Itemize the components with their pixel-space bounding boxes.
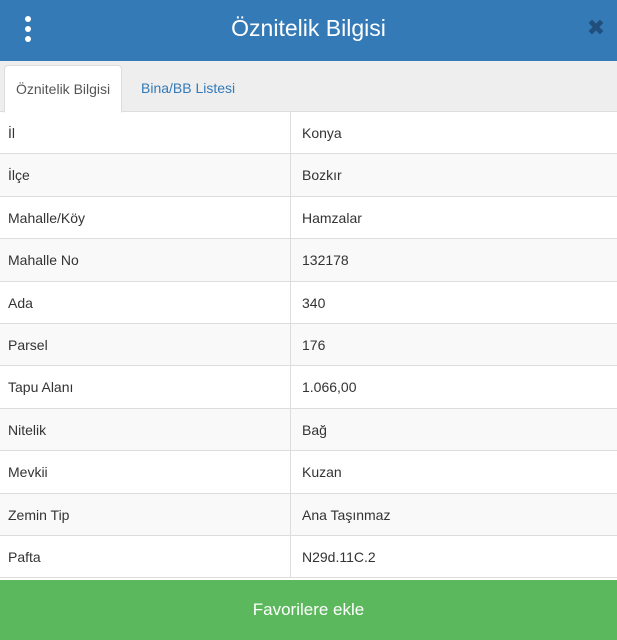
row-value: 1.066,00 [302,379,357,396]
add-to-favorites-button[interactable]: Favorilere ekle [0,580,617,640]
dialog-title: Öznitelik Bilgisi [231,15,386,41]
row-label: Ada [0,281,291,323]
row-value: Bağ [302,421,327,438]
dialog-header: Öznitelik Bilgisi ✖ [0,0,617,61]
row-value: 340 [302,294,326,311]
tab-building-list[interactable]: Bina/BB Listesi [130,65,246,112]
table-row: Mahalle No 132178 [0,239,617,282]
table-row: Tapu Alanı 1.066,00 [0,366,617,409]
row-label: Nitelik [0,408,291,451]
table-row: Zemin Tip Ana Taşınmaz [0,493,617,536]
row-label: İlçe [0,154,291,196]
table-row: Parsel 176 [0,323,617,367]
row-value: Hamzalar [302,209,362,226]
tab-bar: Öznitelik Bilgisi Bina/BB Listesi [0,61,617,113]
table-row: Nitelik Bağ [0,408,617,452]
row-value: N29d.11C.2 [302,548,376,565]
attribute-table: İl Konya İlçe Bozkır Mahalle/Köy Hamzala… [0,112,617,579]
row-label: Mahalle No [0,239,291,281]
table-row: İl Konya [0,112,617,155]
row-label: Parsel [0,323,291,366]
row-value: 132178 [302,252,349,269]
close-icon[interactable]: ✖ [586,17,606,39]
row-label: Pafta [0,535,291,578]
row-label: Mevkii [0,451,291,493]
table-row: Mevkii Kuzan [0,451,617,494]
table-row: Pafta N29d.11C.2 [0,535,617,579]
row-label: Zemin Tip [0,493,291,535]
table-row: Ada 340 [0,281,617,324]
row-value: Kuzan [302,464,342,481]
row-value: Bozkır [302,167,342,184]
tab-attribute-info[interactable]: Öznitelik Bilgisi [4,65,123,113]
row-label: İl [0,112,291,154]
row-value: Konya [302,125,342,141]
table-row: Mahalle/Köy Hamzalar [0,196,617,240]
row-label: Tapu Alanı [0,366,291,408]
table-row: İlçe Bozkır [0,154,617,197]
row-value: 176 [302,336,326,353]
row-label: Mahalle/Köy [0,196,291,239]
row-value: Ana Taşınmaz [302,506,391,523]
